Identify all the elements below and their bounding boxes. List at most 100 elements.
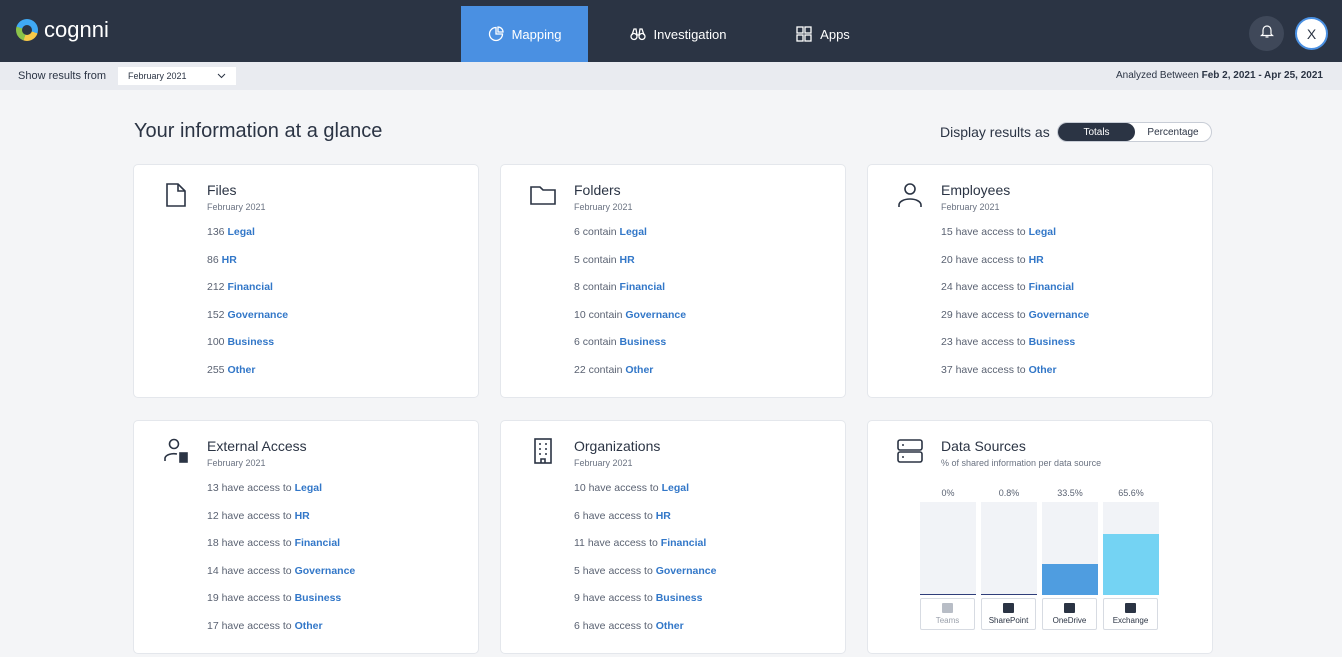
stat-text: 6 have access to (574, 509, 656, 522)
category-link[interactable]: Financial (295, 537, 341, 549)
category-link[interactable]: Financial (227, 281, 273, 293)
card-subtitle: February 2021 (574, 458, 633, 468)
category-link[interactable]: Governance (656, 565, 717, 577)
date-select-value: February 2021 (128, 71, 187, 81)
category-link[interactable]: HR (295, 510, 310, 522)
category-link[interactable]: Governance (625, 309, 686, 321)
category-link[interactable]: Governance (295, 565, 356, 577)
folder-icon (529, 181, 557, 209)
stat-row: 12 have access to HR (207, 510, 355, 538)
data-source-button[interactable]: SharePoint (981, 598, 1036, 630)
filter-bar: Show results from February 2021 Analyzed… (0, 62, 1342, 90)
analyzed-range: Feb 2, 2021 - Apr 25, 2021 (1201, 70, 1323, 81)
main-nav: Mapping Investigation Apps (461, 6, 878, 62)
percentage-toggle-option[interactable]: Percentage (1135, 123, 1211, 141)
stat-row: 10 have access to Legal (574, 482, 716, 510)
data-source-name: Exchange (1112, 616, 1149, 625)
data-source-button[interactable]: Exchange (1103, 598, 1158, 630)
external-access-card: External Access February 2021 13 have ac… (134, 421, 478, 653)
category-link[interactable]: HR (620, 254, 635, 266)
category-link[interactable]: Governance (227, 309, 288, 321)
category-link[interactable]: Financial (661, 537, 707, 549)
stat-text: 6 contain (574, 336, 620, 348)
bar-track (920, 502, 976, 595)
percent-label: 33.5% (1057, 488, 1083, 498)
stat-row: 212 Financial (207, 281, 288, 309)
category-link[interactable]: HR (222, 254, 237, 266)
stat-text: 8 contain (574, 281, 620, 293)
apps-grid-icon (796, 26, 812, 42)
category-link[interactable]: Governance (1029, 309, 1090, 321)
stat-list: 15 have access to Legal 20 have access to… (941, 226, 1089, 391)
employees-card: Employees February 2021 15 have access t… (868, 165, 1212, 397)
category-link[interactable]: HR (656, 510, 671, 522)
category-link[interactable]: Legal (620, 226, 647, 238)
card-subtitle: February 2021 (207, 458, 266, 468)
stat-row: 14 have access to Governance (207, 565, 355, 593)
stat-row: 22 contain Other (574, 364, 686, 392)
stat-row: 37 have access to Other (941, 364, 1089, 392)
category-link[interactable]: Business (1029, 336, 1076, 348)
stat-text: 13 have access to (207, 482, 295, 494)
category-link[interactable]: Other (625, 364, 653, 376)
category-link[interactable]: Business (295, 592, 342, 604)
category-link[interactable]: Other (1029, 364, 1057, 376)
card-title: Files (207, 182, 237, 198)
bar-fill (920, 594, 976, 595)
stat-row: 6 contain Business (574, 336, 686, 364)
stat-row: 5 contain HR (574, 254, 686, 282)
cognni-logo[interactable]: cognni (16, 17, 109, 43)
date-select[interactable]: February 2021 (118, 67, 236, 85)
file-icon (162, 181, 190, 209)
category-link[interactable]: Other (227, 364, 255, 376)
stat-row: 5 have access to Governance (574, 565, 716, 593)
stat-row: 6 have access to Other (574, 620, 716, 648)
binoculars-icon (629, 26, 646, 42)
category-link[interactable]: Business (656, 592, 703, 604)
stat-row: 18 have access to Financial (207, 537, 355, 565)
stat-text: 15 have access to (941, 226, 1029, 238)
stat-text: 136 (207, 226, 228, 238)
category-link[interactable]: Financial (1029, 281, 1075, 293)
category-link[interactable]: Legal (227, 226, 254, 238)
stat-text: 212 (207, 281, 228, 293)
organizations-card: Organizations February 2021 10 have acce… (501, 421, 845, 653)
analyzed-range-text: Analyzed Between Feb 2, 2021 - Apr 25, 2… (1116, 70, 1323, 81)
card-subtitle: February 2021 (207, 202, 266, 212)
exchange-icon (1125, 603, 1136, 613)
category-link[interactable]: Business (620, 336, 667, 348)
notifications-button[interactable] (1249, 16, 1284, 51)
user-avatar[interactable]: X (1295, 17, 1328, 50)
totals-toggle-option[interactable]: Totals (1058, 123, 1135, 141)
folders-card: Folders February 2021 6 contain Legal 5 c… (501, 165, 845, 397)
category-link[interactable]: Legal (662, 482, 689, 494)
data-source-name: Teams (935, 616, 960, 625)
nav-apps[interactable]: Apps (768, 6, 878, 62)
stat-text: 152 (207, 308, 228, 321)
stat-text: 37 have access to (941, 363, 1029, 376)
data-source-button[interactable]: OneDrive (1042, 598, 1097, 630)
category-link[interactable]: Legal (1029, 226, 1056, 238)
category-link[interactable]: Financial (620, 281, 666, 293)
stat-list: 136 Legal 86 HR 212 Financial 152 Governanc… (207, 226, 288, 391)
bar-fill (1103, 534, 1159, 595)
data-sources-card: Data Sources % of shared information per… (868, 421, 1212, 653)
stat-text: 9 have access to (574, 592, 656, 604)
data-source-button[interactable]: Teams (920, 598, 975, 630)
stat-text: 11 have access to (574, 537, 661, 549)
category-link[interactable]: Business (227, 336, 274, 348)
category-link[interactable]: HR (1029, 254, 1044, 266)
nav-investigation[interactable]: Investigation (588, 6, 768, 62)
pie-chart-icon (488, 26, 504, 42)
stat-text: 5 have access to (574, 564, 656, 577)
nav-mapping[interactable]: Mapping (461, 6, 588, 62)
category-link[interactable]: Other (656, 620, 684, 632)
category-link[interactable]: Legal (295, 482, 322, 494)
stat-text: 23 have access to (941, 336, 1029, 348)
files-card: Files February 2021 136 Legal 86 HR 212 Fi… (134, 165, 478, 397)
bar-fill (981, 594, 1037, 595)
stat-row: 20 have access to HR (941, 254, 1089, 282)
stat-list: 10 have access to Legal 6 have access to … (574, 482, 716, 647)
bar-track (1103, 502, 1159, 595)
category-link[interactable]: Other (295, 620, 323, 632)
